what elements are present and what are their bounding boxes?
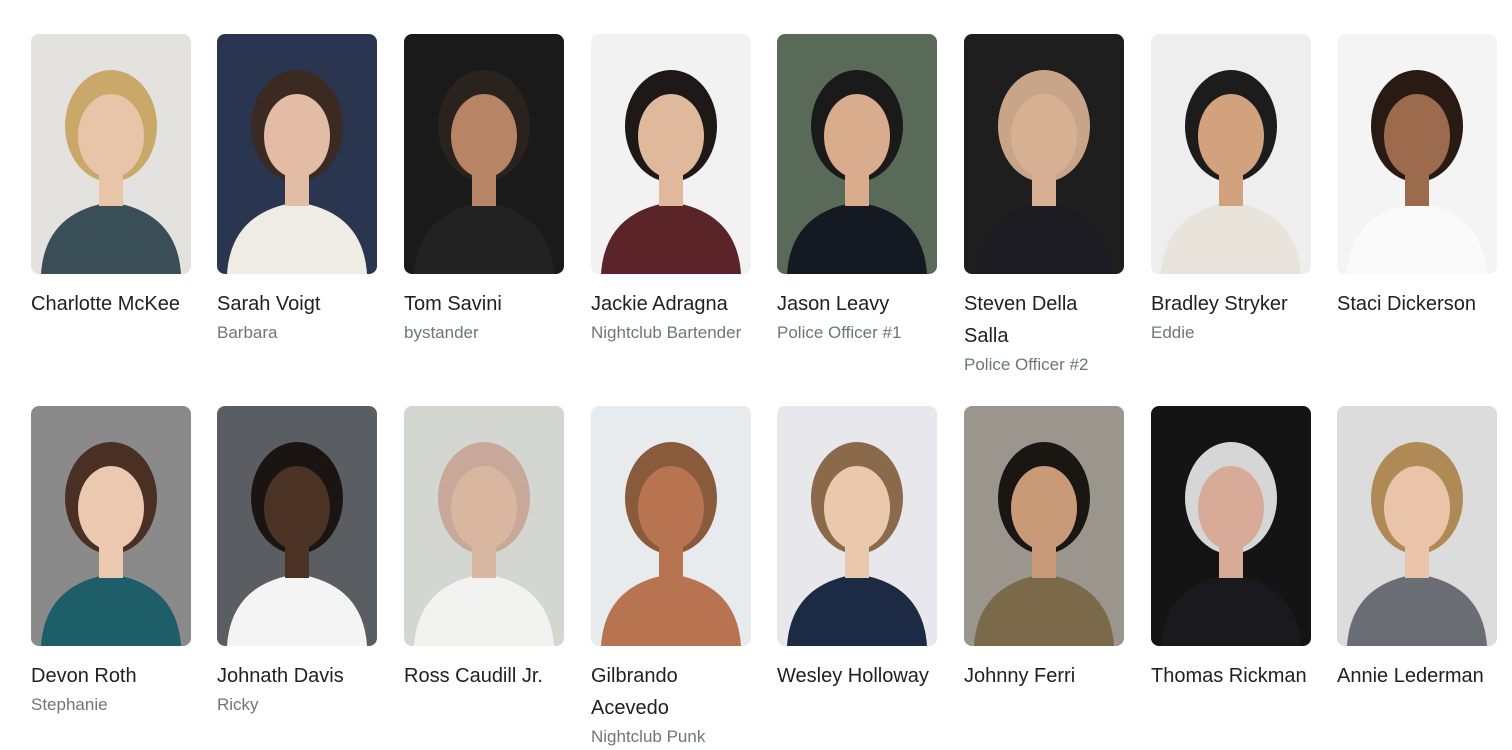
- portrait-image: [964, 406, 1124, 646]
- cast-role: Stephanie: [31, 695, 108, 714]
- cast-role: Nightclub Punk: [591, 727, 706, 746]
- cast-card[interactable]: Thomas Rickman: [1151, 406, 1311, 692]
- cast-name[interactable]: Annie Lederman: [1337, 660, 1497, 692]
- portrait-image: [404, 34, 564, 274]
- portrait-image: [591, 34, 751, 274]
- cast-name[interactable]: Jason Leavy: [777, 288, 937, 320]
- cast-card[interactable]: Jackie Adragna Nightclub Bartender: [591, 34, 751, 346]
- cast-photo[interactable]: [964, 34, 1124, 274]
- portrait-face: [264, 466, 330, 550]
- portrait-image: [31, 406, 191, 646]
- cast-name[interactable]: Thomas Rickman: [1151, 660, 1311, 692]
- cast-name[interactable]: Bradley Stryker: [1151, 288, 1311, 320]
- cast-role: Police Officer #1: [777, 323, 902, 342]
- cast-photo[interactable]: [964, 406, 1124, 646]
- cast-name[interactable]: Staci Dickerson: [1337, 288, 1497, 320]
- cast-grid: Charlotte McKee Sarah Voigt Barbara Tom …: [0, 0, 1512, 746]
- portrait-image: [1337, 406, 1497, 646]
- portrait-image: [964, 34, 1124, 274]
- cast-card[interactable]: Ross Caudill Jr.: [404, 406, 564, 692]
- cast-card[interactable]: Johnny Ferri: [964, 406, 1124, 692]
- portrait-face: [638, 94, 704, 178]
- cast-name[interactable]: Steven Della Salla: [964, 288, 1124, 352]
- portrait-face: [1384, 94, 1450, 178]
- portrait-face: [1384, 466, 1450, 550]
- cast-photo[interactable]: [1337, 34, 1497, 274]
- cast-name[interactable]: Johnath Davis: [217, 660, 377, 692]
- portrait-face: [638, 466, 704, 550]
- cast-photo[interactable]: [777, 406, 937, 646]
- cast-role: Barbara: [217, 323, 278, 342]
- cast-card[interactable]: Gilbrando Acevedo Nightclub Punk: [591, 406, 751, 750]
- portrait-image: [1337, 34, 1497, 274]
- portrait-face: [824, 94, 890, 178]
- cast-photo[interactable]: [777, 34, 937, 274]
- cast-photo[interactable]: [591, 406, 751, 646]
- cast-name[interactable]: Devon Roth: [31, 660, 191, 692]
- portrait-image: [217, 406, 377, 646]
- portrait-face: [824, 466, 890, 550]
- cast-card[interactable]: Steven Della Salla Police Officer #2: [964, 34, 1124, 378]
- cast-card[interactable]: Johnath Davis Ricky: [217, 406, 377, 718]
- cast-card[interactable]: Annie Lederman: [1337, 406, 1497, 692]
- portrait-face: [264, 94, 330, 178]
- cast-card[interactable]: Bradley Stryker Eddie: [1151, 34, 1311, 346]
- portrait-image: [1151, 406, 1311, 646]
- portrait-image: [1151, 34, 1311, 274]
- cast-photo[interactable]: [217, 406, 377, 646]
- portrait-image: [591, 406, 751, 646]
- cast-card[interactable]: Charlotte McKee: [31, 34, 191, 320]
- portrait-face: [451, 94, 517, 178]
- cast-card[interactable]: Staci Dickerson: [1337, 34, 1497, 320]
- portrait-image: [404, 406, 564, 646]
- cast-role: Police Officer #2: [964, 355, 1089, 374]
- portrait-face: [1011, 94, 1077, 178]
- cast-photo[interactable]: [1151, 34, 1311, 274]
- cast-name[interactable]: Ross Caudill Jr.: [404, 660, 564, 692]
- cast-name[interactable]: Wesley Holloway: [777, 660, 937, 692]
- cast-name[interactable]: Charlotte McKee: [31, 288, 191, 320]
- cast-name[interactable]: Tom Savini: [404, 288, 564, 320]
- cast-photo[interactable]: [31, 406, 191, 646]
- portrait-face: [1198, 94, 1264, 178]
- cast-photo[interactable]: [591, 34, 751, 274]
- cast-role: Nightclub Bartender: [591, 323, 742, 342]
- cast-photo[interactable]: [1151, 406, 1311, 646]
- cast-card[interactable]: Sarah Voigt Barbara: [217, 34, 377, 346]
- cast-name[interactable]: Gilbrando Acevedo: [591, 660, 751, 724]
- cast-photo[interactable]: [31, 34, 191, 274]
- portrait-face: [78, 94, 144, 178]
- cast-role: bystander: [404, 323, 479, 342]
- portrait-face: [451, 466, 517, 550]
- portrait-face: [1198, 466, 1264, 550]
- cast-role: Ricky: [217, 695, 259, 714]
- cast-card[interactable]: Wesley Holloway: [777, 406, 937, 692]
- cast-name[interactable]: Jackie Adragna: [591, 288, 751, 320]
- portrait-image: [777, 34, 937, 274]
- cast-name[interactable]: Johnny Ferri: [964, 660, 1124, 692]
- portrait-image: [777, 406, 937, 646]
- cast-role: Eddie: [1151, 323, 1195, 342]
- portrait-image: [31, 34, 191, 274]
- cast-photo[interactable]: [1337, 406, 1497, 646]
- cast-card[interactable]: Devon Roth Stephanie: [31, 406, 191, 718]
- portrait-image: [217, 34, 377, 274]
- portrait-face: [1011, 466, 1077, 550]
- cast-card[interactable]: Tom Savini bystander: [404, 34, 564, 346]
- cast-name[interactable]: Sarah Voigt: [217, 288, 377, 320]
- cast-photo[interactable]: [404, 406, 564, 646]
- cast-photo[interactable]: [404, 34, 564, 274]
- cast-photo[interactable]: [217, 34, 377, 274]
- cast-card[interactable]: Jason Leavy Police Officer #1: [777, 34, 937, 346]
- portrait-face: [78, 466, 144, 550]
